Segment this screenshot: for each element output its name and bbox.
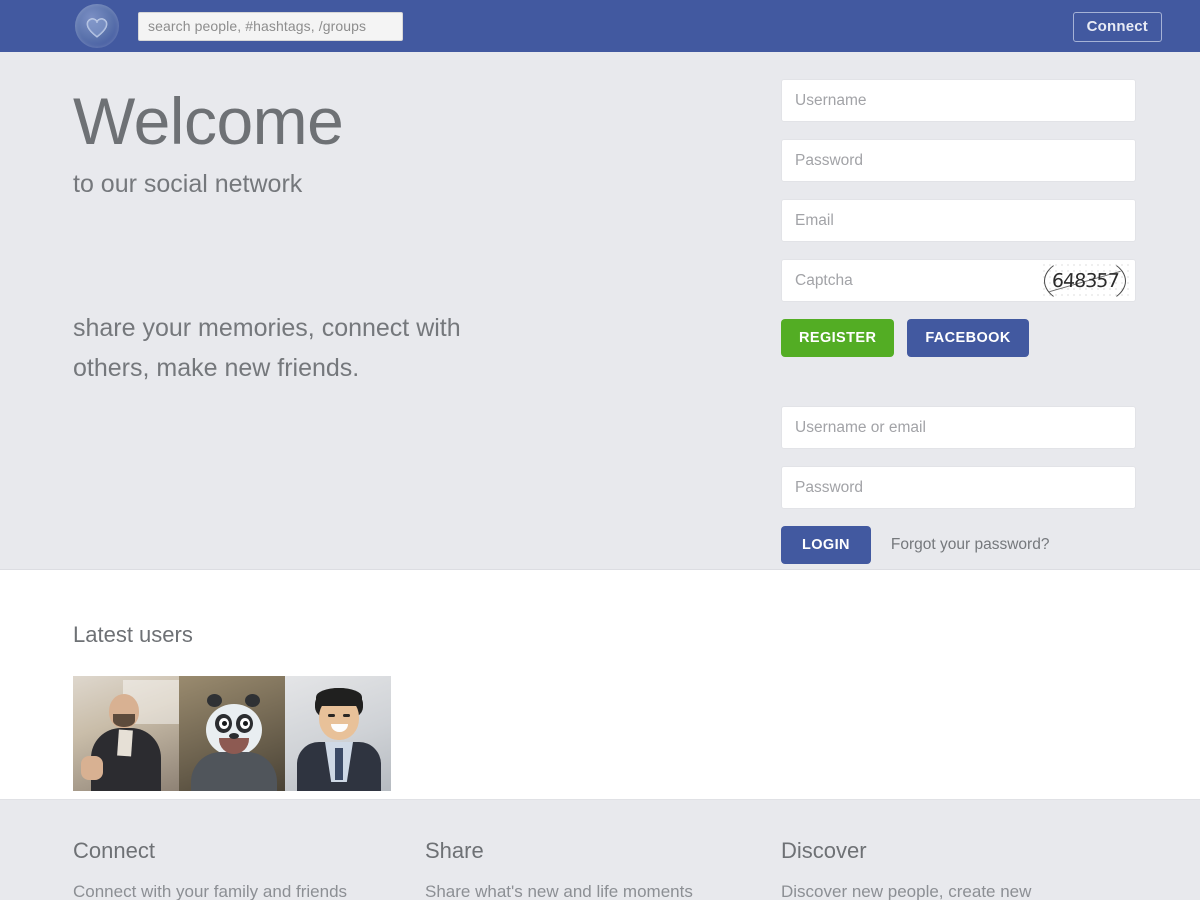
footer-share-title: Share bbox=[425, 838, 693, 864]
top-navigation-bar: search people, #hashtags, /groups Connec… bbox=[0, 0, 1200, 52]
page-title: Welcome bbox=[73, 87, 713, 156]
forgot-password-link[interactable]: Forgot your password? bbox=[891, 536, 1050, 554]
search-input[interactable]: search people, #hashtags, /groups bbox=[138, 12, 403, 41]
latest-users-title: Latest users bbox=[73, 622, 1200, 648]
footer-column-connect: Connect Connect with your family and fri… bbox=[73, 838, 347, 900]
register-password-placeholder: Password bbox=[795, 152, 863, 170]
login-form: Username or email Password LOGIN Forgot … bbox=[781, 406, 1136, 564]
avatar-2-ear-right bbox=[245, 694, 260, 707]
avatar-user-1[interactable] bbox=[73, 676, 179, 791]
hero-tagline: share your memories, connect with others… bbox=[73, 309, 543, 388]
footer-discover-title: Discover bbox=[781, 838, 1031, 864]
register-username-placeholder: Username bbox=[795, 92, 867, 110]
search-placeholder-text: search people, #hashtags, /groups bbox=[148, 18, 366, 34]
avatar-3-hair-top bbox=[316, 688, 362, 706]
footer-connect-title: Connect bbox=[73, 838, 347, 864]
avatar-2-iris-left bbox=[222, 721, 227, 726]
avatar-2-iris-right bbox=[243, 721, 248, 726]
avatar-3-tie bbox=[335, 748, 343, 780]
avatar-user-2[interactable] bbox=[179, 676, 285, 791]
register-username-input[interactable]: Username bbox=[781, 79, 1136, 122]
register-password-input[interactable]: Password bbox=[781, 139, 1136, 182]
page-subtitle: to our social network bbox=[73, 170, 713, 199]
captcha-code-text: 648357 bbox=[1051, 270, 1119, 292]
hero-text-block: Welcome to our social network share your… bbox=[73, 87, 713, 388]
avatar-3-eye-left bbox=[328, 714, 335, 717]
login-button-row: LOGIN Forgot your password? bbox=[781, 526, 1136, 564]
footer: Connect Connect with your family and fri… bbox=[0, 800, 1200, 900]
register-email-input[interactable]: Email bbox=[781, 199, 1136, 242]
login-username-input[interactable]: Username or email bbox=[781, 406, 1136, 449]
register-button[interactable]: REGISTER bbox=[781, 319, 894, 357]
captcha-placeholder: Captcha bbox=[795, 272, 853, 290]
heart-icon bbox=[84, 14, 110, 40]
footer-discover-text: Discover new people, create new bbox=[781, 882, 1031, 900]
footer-share-text: Share what's new and life moments bbox=[425, 882, 693, 900]
site-logo[interactable] bbox=[74, 3, 120, 49]
auth-forms: Username Password Email Captcha 648357 R… bbox=[781, 79, 1136, 564]
login-button[interactable]: LOGIN bbox=[781, 526, 871, 564]
avatar-1-beard bbox=[113, 714, 135, 727]
avatar-2-body bbox=[191, 752, 277, 791]
avatar-1-shirt bbox=[117, 730, 133, 757]
latest-users-section: Latest users bbox=[0, 570, 1200, 800]
captcha-input[interactable]: Captcha 648357 bbox=[781, 259, 1136, 302]
avatar-1-hand bbox=[81, 756, 103, 780]
login-password-input[interactable]: Password bbox=[781, 466, 1136, 509]
footer-column-discover: Discover Discover new people, create new bbox=[781, 838, 1031, 900]
avatar-3-eye-right bbox=[343, 714, 350, 717]
avatar-user-3[interactable] bbox=[285, 676, 391, 791]
footer-connect-text: Connect with your family and friends bbox=[73, 882, 347, 900]
facebook-login-button[interactable]: FACEBOOK bbox=[907, 319, 1028, 357]
register-email-placeholder: Email bbox=[795, 212, 834, 230]
avatar-2-nose bbox=[229, 733, 239, 739]
avatar-2-ear-left bbox=[207, 694, 222, 707]
login-password-placeholder: Password bbox=[795, 479, 863, 497]
connect-button[interactable]: Connect bbox=[1073, 12, 1162, 42]
hero-section: Welcome to our social network share your… bbox=[0, 52, 1200, 570]
footer-column-share: Share Share what's new and life moments bbox=[425, 838, 693, 900]
login-username-placeholder: Username or email bbox=[795, 419, 926, 437]
register-button-row: REGISTER FACEBOOK bbox=[781, 319, 1136, 357]
latest-users-avatar-list bbox=[73, 676, 1200, 791]
captcha-image: 648357 bbox=[1041, 262, 1129, 300]
heart-logo-icon bbox=[75, 4, 119, 48]
